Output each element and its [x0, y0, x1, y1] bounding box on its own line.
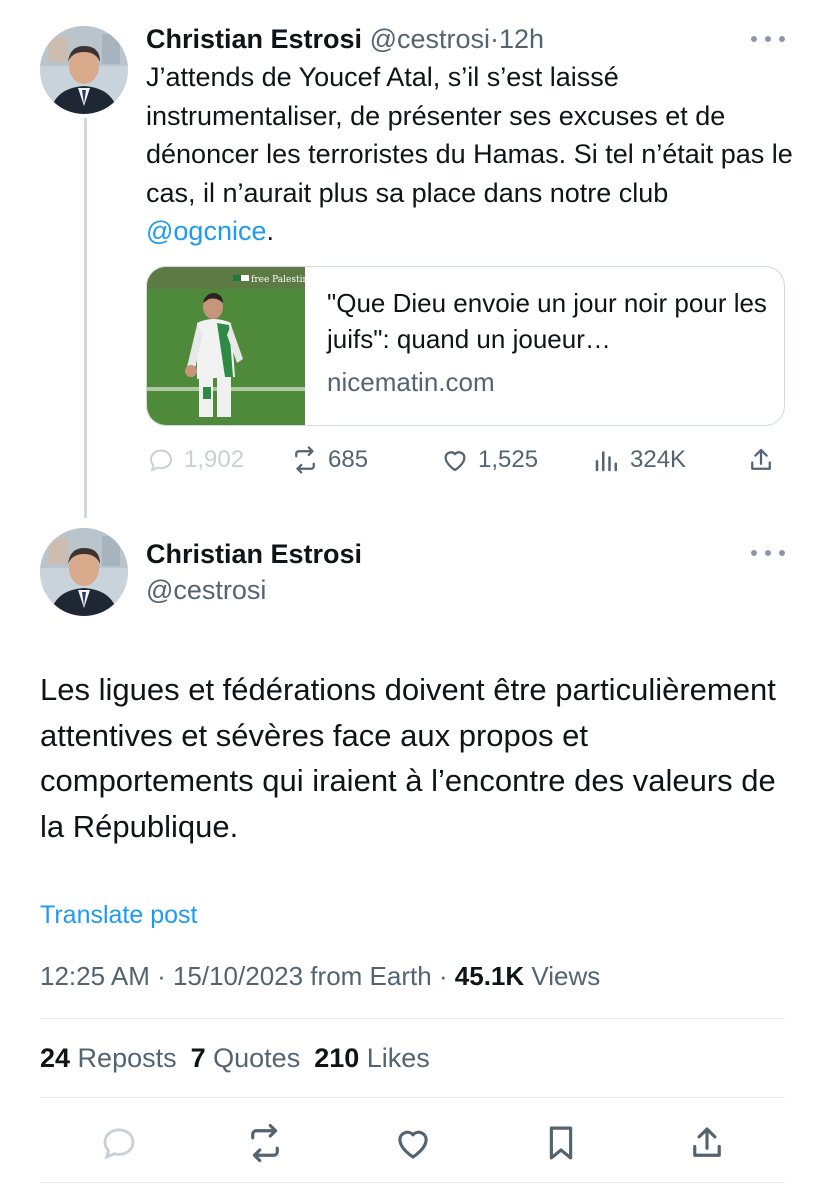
reposts-stat-label: Reposts: [70, 1043, 177, 1073]
tweet1-action-bar: 1,902 685 1,525 324K: [146, 440, 786, 480]
tweet1-separator: ·: [490, 24, 500, 54]
likes-stat-label: Likes: [359, 1043, 430, 1073]
share-button[interactable]: [746, 440, 784, 480]
post-timestamp[interactable]: 12:25 AM · 15/10/2023 from Earth ·: [40, 961, 455, 991]
share-icon: [751, 448, 771, 470]
divider: [40, 1097, 785, 1098]
mention-link[interactable]: @ogcnice: [146, 216, 266, 246]
reply-button[interactable]: 1,902: [146, 440, 244, 480]
link-preview-domain: nicematin.com: [327, 367, 495, 397]
repost-icon: [295, 446, 315, 474]
views-count: 324K: [630, 446, 687, 473]
reply-icon: [149, 449, 173, 472]
repost-icon: [251, 1123, 279, 1163]
avatar[interactable]: [40, 528, 128, 616]
repost-button[interactable]: 685: [290, 440, 368, 480]
tweet2-author-name[interactable]: Christian Estrosi: [146, 537, 362, 571]
quotes-stat-label: Quotes: [205, 1043, 301, 1073]
quotes-stat[interactable]: 7 Quotes: [191, 1043, 301, 1073]
repost-button[interactable]: [244, 1122, 286, 1164]
share-icon: [693, 1127, 721, 1157]
tweet1-text-main: J’attends de Youcef Atal, s’il s’est lai…: [146, 62, 793, 208]
image-overlay-text: free Palestine: [251, 275, 305, 285]
tweet2-meta: 12:25 AM · 15/10/2023 from Earth · 45.1K…: [40, 958, 600, 994]
divider: [40, 1018, 785, 1019]
views-icon: [595, 451, 617, 472]
tweet1-author-handle[interactable]: @cestrosi: [370, 24, 490, 54]
like-button[interactable]: 1,525: [440, 440, 538, 480]
share-button[interactable]: [686, 1122, 728, 1164]
bookmark-icon: [549, 1126, 573, 1160]
link-preview-image: free Palestine: [147, 267, 305, 425]
more-icon[interactable]: [751, 548, 785, 558]
tweet2-author-handle[interactable]: @cestrosi: [146, 573, 266, 607]
views-label: Views: [524, 961, 601, 991]
link-preview-title: "Que Dieu envoie un jour noir pour les j…: [327, 288, 767, 354]
like-icon: [398, 1130, 428, 1159]
tweet1-text-end: .: [266, 216, 274, 246]
tweet2-text: Les ligues et fédérations doivent être p…: [40, 672, 776, 844]
views-total: 45.1K: [454, 961, 525, 991]
divider: [40, 1182, 785, 1183]
reposts-stat[interactable]: 24 Reposts: [40, 1043, 177, 1073]
translate-post-link[interactable]: Translate post: [40, 898, 197, 932]
tweet1-header: Christian Estrosi @cestrosi·12h: [146, 22, 544, 56]
reply-count: 1,902: [184, 446, 245, 473]
repost-count: 685: [328, 446, 369, 473]
avatar[interactable]: [40, 26, 128, 114]
like-icon: [444, 451, 466, 472]
reply-button[interactable]: [98, 1122, 140, 1164]
like-button[interactable]: [392, 1122, 434, 1164]
link-preview-card[interactable]: free Palestine "Que Dieu envoie un jour …: [146, 266, 785, 426]
likes-stat[interactable]: 210 Likes: [314, 1043, 430, 1073]
views-button[interactable]: 324K: [592, 440, 686, 480]
thread-connector-line: [84, 118, 87, 518]
bookmark-button[interactable]: [540, 1122, 582, 1164]
reply-icon: [103, 1128, 135, 1160]
engagement-stats: 24 Reposts 7 Quotes 210 Likes: [40, 1040, 430, 1076]
tweet1-timestamp[interactable]: 12h: [499, 24, 544, 54]
more-icon[interactable]: [751, 34, 785, 44]
tweet2-action-bar: [40, 1118, 785, 1168]
reposts-stat-count: 24: [40, 1043, 71, 1073]
quotes-stat-count: 7: [190, 1043, 206, 1073]
tweet1-text: J’attends de Youcef Atal, s’il s’est lai…: [146, 58, 796, 251]
likes-stat-count: 210: [314, 1043, 360, 1073]
like-count: 1,525: [478, 446, 539, 473]
tweet1-author-name[interactable]: Christian Estrosi: [146, 24, 362, 54]
